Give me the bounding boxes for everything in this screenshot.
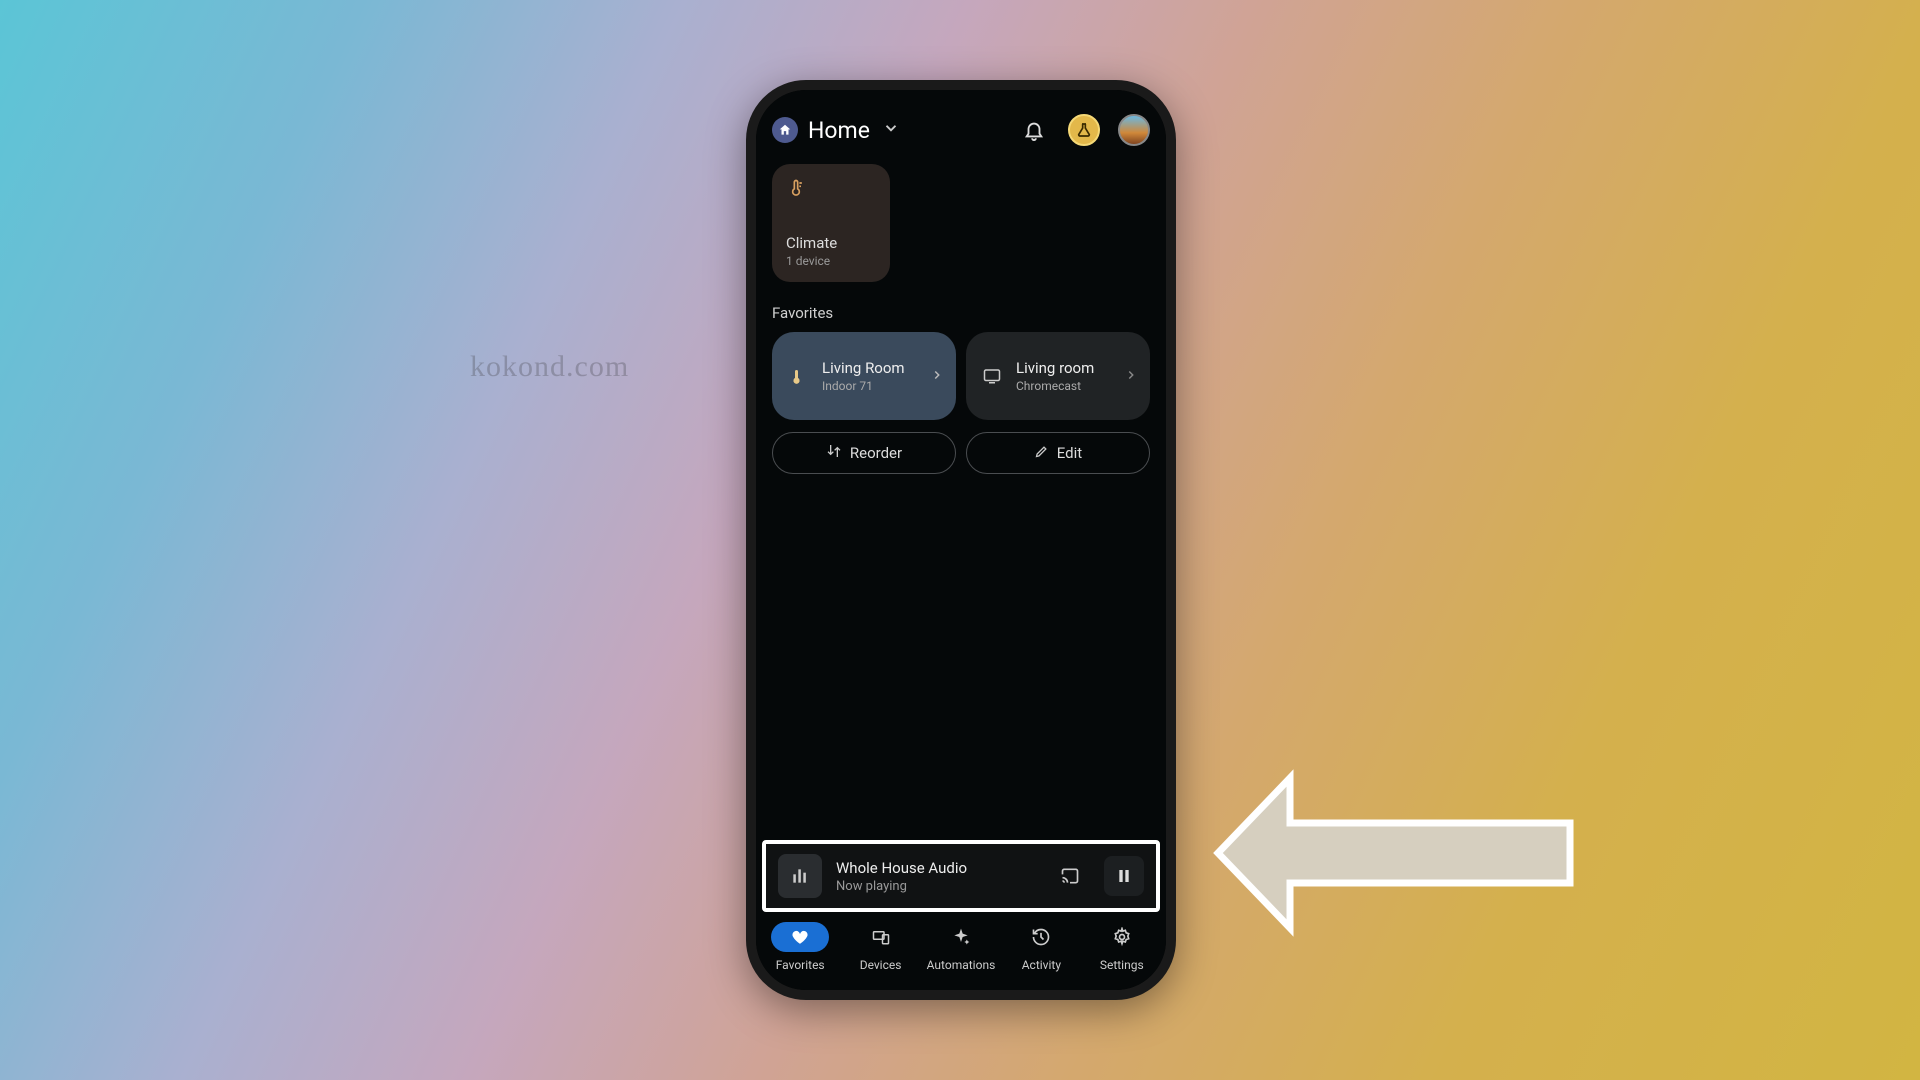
nowplaying-highlight: Whole House Audio Now playing [762,840,1160,912]
notifications-button[interactable] [1018,114,1050,146]
account-avatar[interactable] [1118,114,1150,146]
watermark-text: kokond.com [470,350,629,384]
gear-icon [1093,922,1151,952]
thermometer-icon [786,178,876,202]
pause-button[interactable] [1104,856,1144,896]
pencil-icon [1034,444,1049,463]
edit-label: Edit [1057,444,1082,462]
nav-label: Activity [1022,958,1061,972]
home-dropdown-label[interactable]: Home [808,117,870,144]
reorder-button[interactable]: Reorder [772,432,956,474]
sparkle-icon [932,922,990,952]
devices-icon [852,922,910,952]
thermostat-icon [784,362,812,390]
nav-label: Favorites [776,958,825,972]
phone-frame: Home C [746,80,1176,1000]
bottom-nav: Favorites Devices Automations [756,912,1166,990]
favorite-sub: Indoor 71 [822,379,920,393]
nav-label: Automations [927,958,996,972]
arrow-annotation [1200,768,1600,968]
favorite-text: Living Room Indoor 71 [822,359,920,393]
nowplaying-bar[interactable]: Whole House Audio Now playing [766,844,1156,908]
nav-favorites[interactable]: Favorites [763,922,837,972]
nav-label: Devices [860,958,902,972]
reorder-label: Reorder [850,444,902,462]
tv-icon [978,362,1006,390]
chevron-down-icon[interactable] [882,119,900,141]
favorites-actions: Reorder Edit [756,420,1166,486]
chevron-right-icon [1124,367,1138,386]
home-icon[interactable] [772,117,798,143]
nowplaying-title: Whole House Audio [836,859,1036,877]
climate-device-count: 1 device [786,254,876,268]
climate-label: Climate [786,234,876,252]
nav-activity[interactable]: Activity [1004,922,1078,972]
favorite-text: Living room Chromecast [1016,359,1114,393]
favorites-section-label: Favorites [756,282,1166,332]
background: kokond.com Home [0,0,1920,1080]
edit-button[interactable]: Edit [966,432,1150,474]
labs-button[interactable] [1068,114,1100,146]
climate-tile[interactable]: Climate 1 device [772,164,890,282]
equalizer-icon [778,854,822,898]
nowplaying-text: Whole House Audio Now playing [836,859,1036,894]
favorite-title: Living Room [822,359,920,377]
top-tiles: Climate 1 device [756,158,1166,282]
app-header: Home [756,90,1166,158]
history-icon [1012,922,1070,952]
reorder-icon [826,443,842,463]
nowplaying-status: Now playing [836,879,1036,894]
favorite-title: Living room [1016,359,1114,377]
favorites-row: Living Room Indoor 71 Living room Chrome… [756,332,1166,420]
nav-devices[interactable]: Devices [844,922,918,972]
favorite-chromecast[interactable]: Living room Chromecast [966,332,1150,420]
climate-text: Climate 1 device [786,234,876,268]
nav-automations[interactable]: Automations [924,922,998,972]
favorite-living-room[interactable]: Living Room Indoor 71 [772,332,956,420]
nav-label: Settings [1100,958,1144,972]
heart-icon [771,922,829,952]
app-screen: Home C [756,90,1166,990]
chevron-right-icon [930,367,944,386]
cast-button[interactable] [1050,856,1090,896]
nav-settings[interactable]: Settings [1085,922,1159,972]
favorite-sub: Chromecast [1016,379,1114,393]
